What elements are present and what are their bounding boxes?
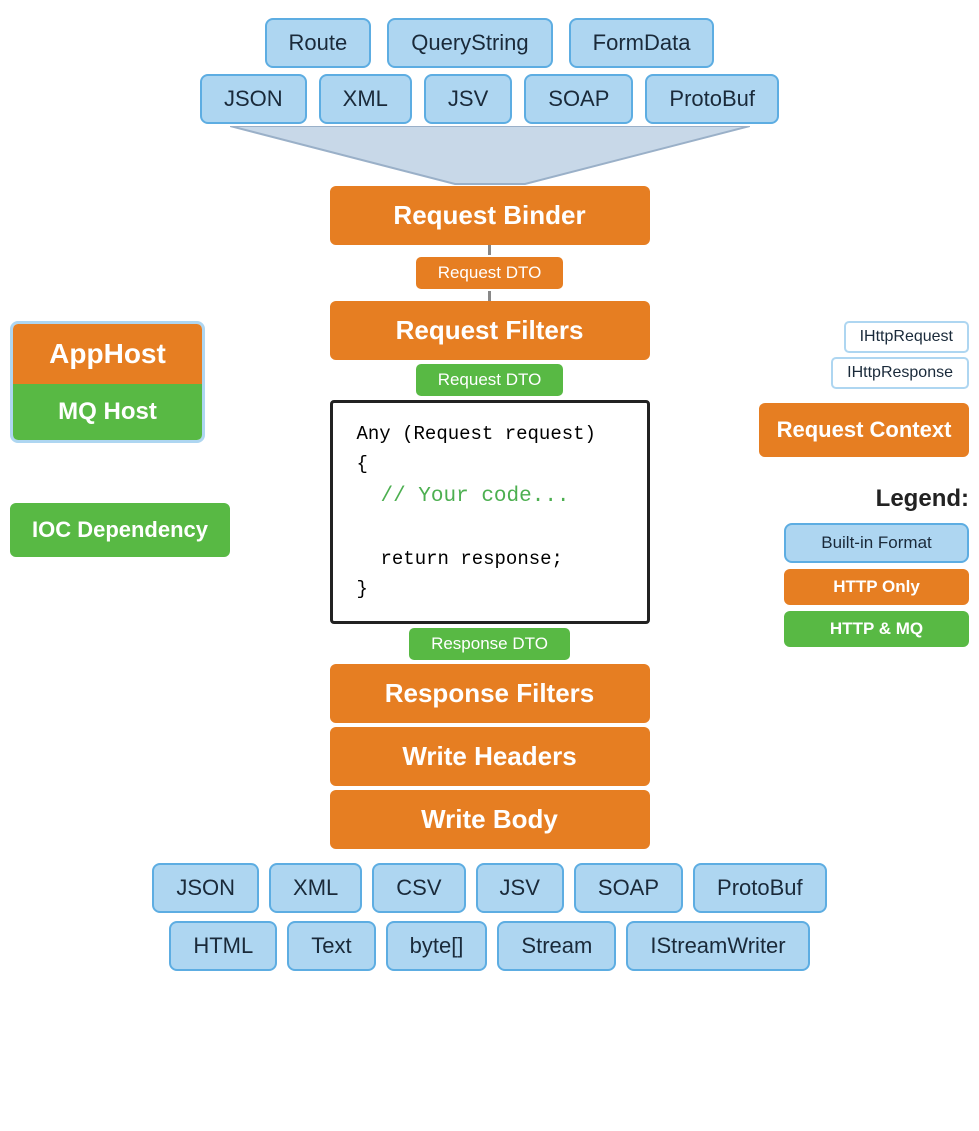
main-area: AppHost MQ Host IOC Dependency Request F… [10, 301, 969, 853]
apphost-box: AppHost [13, 324, 202, 384]
code-line5: } [357, 574, 623, 604]
jsv-top-box: JSV [424, 74, 512, 124]
center-column: Request Filters Request DTO Any (Request… [220, 301, 759, 853]
ioc-dependency-box: IOC Dependency [10, 503, 230, 557]
top-row-1: Route QueryString FormData [265, 18, 715, 68]
request-dto-2-label: Request DTO [416, 364, 564, 396]
request-dto-1-label: Request DTO [416, 257, 564, 289]
stream-bottom-box: Stream [497, 921, 616, 971]
connector-2 [488, 291, 491, 301]
bottom-row-1: JSON XML CSV JSV SOAP ProtoBuf [152, 863, 826, 913]
legend-builtin-box: Built-in Format [784, 523, 969, 563]
right-column: IHttpRequest IHttpResponse Request Conte… [759, 301, 969, 647]
funnel-shape [230, 126, 750, 186]
protobuf-bottom-box: ProtoBuf [693, 863, 827, 913]
code-line1: Any (Request request) [357, 419, 623, 449]
bottom-row-2: HTML Text byte[] Stream IStreamWriter [169, 921, 809, 971]
xml-top-box: XML [319, 74, 412, 124]
request-filters-box: Request Filters [330, 301, 650, 360]
soap-top-box: SOAP [524, 74, 633, 124]
code-line2: { [357, 449, 623, 479]
ihttp-response-box: IHttpResponse [831, 357, 969, 389]
istreamwriter-bottom-box: IStreamWriter [626, 921, 809, 971]
soap-bottom-box: SOAP [574, 863, 683, 913]
querystring-box: QueryString [387, 18, 552, 68]
text-bottom-box: Text [287, 921, 375, 971]
ihttp-labels: IHttpRequest IHttpResponse [831, 321, 969, 389]
write-headers-box: Write Headers [330, 727, 650, 786]
response-filters-box: Response Filters [330, 664, 650, 723]
response-dto-label: Response DTO [409, 628, 570, 660]
legend-area: Legend: Built-in Format HTTP Only HTTP &… [784, 485, 969, 647]
mq-host-box: MQ Host [13, 384, 202, 440]
left-column: AppHost MQ Host IOC Dependency [10, 301, 220, 557]
json-bottom-box: JSON [152, 863, 259, 913]
connector-1 [488, 245, 491, 255]
xml-bottom-box: XML [269, 863, 362, 913]
protobuf-top-box: ProtoBuf [645, 74, 779, 124]
request-context-box: Request Context [759, 403, 969, 457]
html-bottom-box: HTML [169, 921, 277, 971]
request-binder-box: Request Binder [330, 186, 650, 245]
legend-http-only-box: HTTP Only [784, 569, 969, 605]
legend-title: Legend: [876, 485, 969, 513]
code-line3: // Your code... [357, 480, 623, 514]
json-top-box: JSON [200, 74, 307, 124]
jsv-bottom-box: JSV [476, 863, 564, 913]
byte-bottom-box: byte[] [386, 921, 488, 971]
write-body-box: Write Body [330, 790, 650, 849]
apphost-container: AppHost MQ Host [10, 321, 205, 443]
code-box: Any (Request request) { // Your code... … [330, 400, 650, 624]
code-line4: return response; [357, 544, 623, 574]
legend-http-mq-box: HTTP & MQ [784, 611, 969, 647]
top-row-2: JSON XML JSV SOAP ProtoBuf [200, 74, 779, 124]
ihttp-request-box: IHttpRequest [844, 321, 969, 353]
route-box: Route [265, 18, 372, 68]
csv-bottom-box: CSV [372, 863, 465, 913]
formdata-box: FormData [569, 18, 715, 68]
